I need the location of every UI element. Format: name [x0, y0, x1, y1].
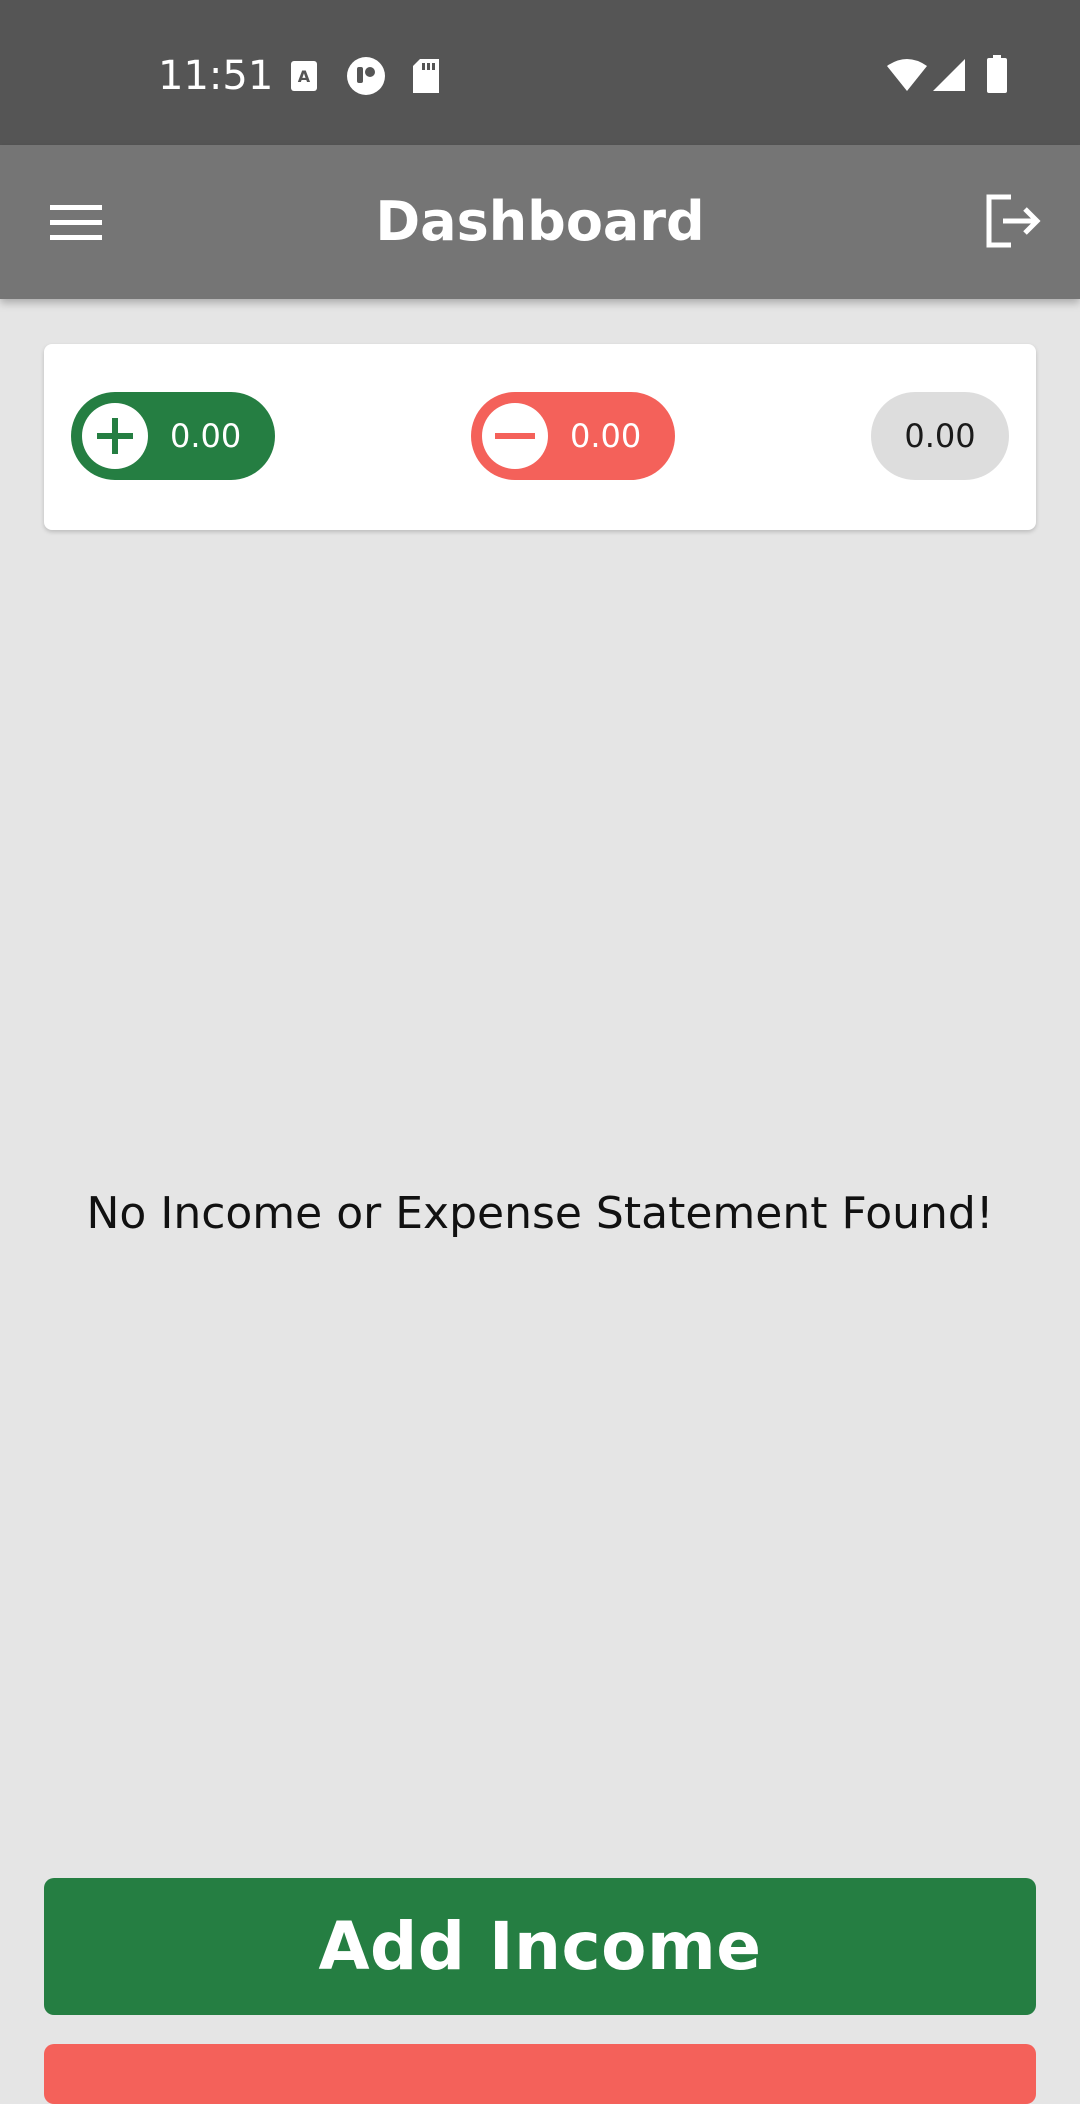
battery-icon	[987, 55, 1007, 93]
expense-total-value: 0.00	[570, 417, 642, 455]
expense-total-pill[interactable]: 0.00	[471, 392, 675, 480]
app-notification-icon	[347, 57, 385, 95]
logout-button[interactable]	[974, 181, 1054, 261]
page-title: Dashboard	[375, 190, 705, 253]
summary-card: 0.00 0.00 0.00	[44, 344, 1036, 530]
income-total-pill[interactable]: 0.00	[71, 392, 275, 480]
app-bar: Dashboard	[0, 145, 1080, 299]
plus-circle-icon	[82, 403, 148, 469]
svg-text:A: A	[298, 67, 311, 86]
balance-value: 0.00	[904, 417, 976, 455]
add-expense-button[interactable]	[44, 2044, 1036, 2104]
wifi-icon	[887, 59, 927, 91]
text-notification-icon: A	[291, 61, 317, 91]
logout-icon	[986, 194, 1041, 248]
income-total-value: 0.00	[170, 417, 242, 455]
status-bar: 11:51 A	[0, 0, 1080, 145]
cell-signal-icon	[933, 59, 965, 91]
add-income-button[interactable]: Add Income	[44, 1878, 1036, 2015]
empty-state-message: No Income or Expense Statement Found!	[86, 1188, 994, 1239]
minus-circle-icon	[482, 403, 548, 469]
sd-card-icon	[413, 59, 439, 93]
balance-pill[interactable]: 0.00	[871, 392, 1009, 480]
status-time: 11:51	[158, 53, 274, 99]
